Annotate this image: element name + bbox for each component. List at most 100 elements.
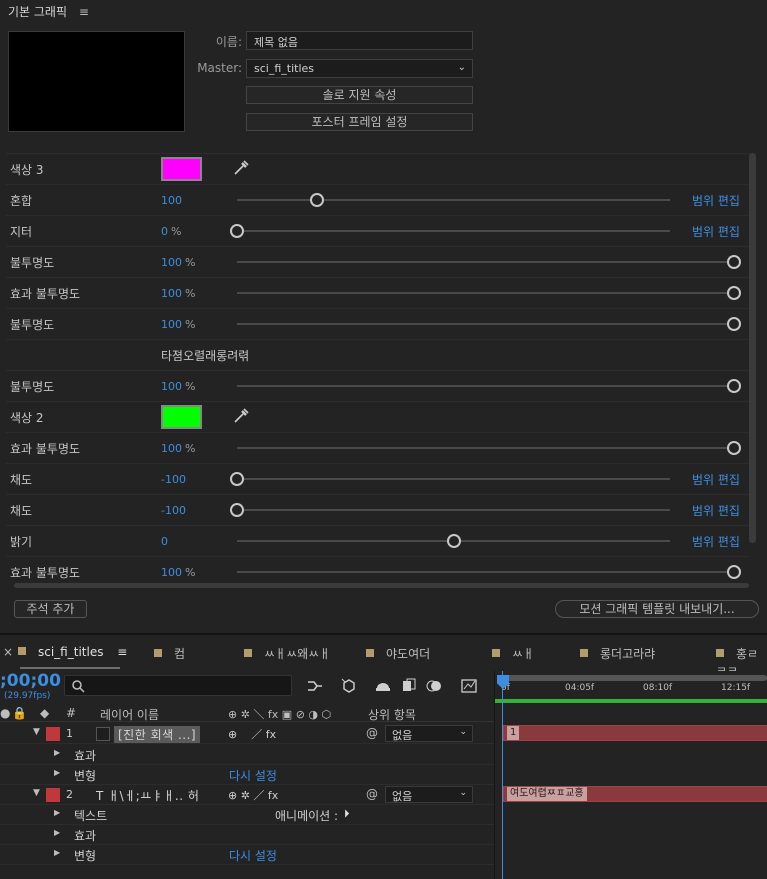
eyedropper-icon[interactable]	[232, 159, 250, 177]
slider-knob[interactable]	[230, 503, 244, 517]
eyedropper-icon[interactable]	[232, 407, 250, 425]
playhead[interactable]	[502, 671, 503, 879]
layer-name[interactable]: T ㅐ\ㅔ;ㅛㅑㅐ.. 허	[96, 787, 199, 804]
pickwhip-icon[interactable]: @	[366, 787, 378, 801]
edit-range-link[interactable]: 범위 편집	[692, 223, 740, 240]
timeline-graph-area[interactable]: 0f 04:05f 08:10f 12:15f 1 여도여렵ㅉㅍ교홍	[494, 671, 767, 879]
layer-row[interactable]: ▼ 1 [진한 회색 ...] ⊕ ／ fx @ 없음 ⌄	[0, 724, 494, 744]
property-value[interactable]: 100%	[161, 380, 195, 393]
slider-track[interactable]	[237, 385, 734, 387]
current-timecode[interactable]: ;00;00	[0, 671, 61, 691]
name-field[interactable]: 제목 없음	[246, 31, 473, 50]
edit-range-link[interactable]: 범위 편집	[692, 502, 740, 519]
time-ruler[interactable]: 0f 04:05f 08:10f 12:15f	[495, 671, 767, 699]
solo-properties-button[interactable]: 솔로 지원 속성	[246, 86, 473, 104]
label-column-icon[interactable]: ◆	[40, 706, 49, 720]
tab-sci-fi-titles[interactable]: sci_fi_titles ≡	[18, 645, 127, 659]
property-group-text[interactable]: ▶ 텍스트 애니메이션 : ⏵	[0, 805, 494, 825]
source-text-value[interactable]: 타졈오렬래롱려렦	[161, 347, 249, 364]
twirl-right-icon[interactable]: ▶	[54, 748, 60, 757]
close-icon[interactable]: ×	[3, 645, 13, 659]
label-color-swatch[interactable]	[46, 788, 60, 802]
reset-link[interactable]: 다시 설정	[229, 847, 277, 864]
layer-name-header[interactable]: 레이어 이름	[100, 706, 159, 723]
layer-name[interactable]: [진한 회색 ...]	[114, 726, 201, 743]
slider-knob[interactable]	[446, 534, 461, 548]
set-poster-frame-button[interactable]: 포스터 프레임 설정	[246, 113, 473, 131]
panel-tab[interactable]: 기본 그래픽 ≡	[8, 3, 89, 20]
property-group-transform[interactable]: ▶ 변형 다시 설정	[0, 765, 494, 785]
slider-track[interactable]	[237, 478, 670, 480]
slider-knob[interactable]	[230, 472, 244, 486]
layer-switches[interactable]: ⊕ ✲ ／ fx	[228, 787, 278, 803]
edit-range-link[interactable]: 범위 편집	[692, 192, 740, 209]
motion-blur-icon[interactable]	[426, 677, 444, 695]
twirl-down-icon[interactable]: ▼	[33, 727, 40, 737]
hamburger-icon[interactable]: ≡	[117, 645, 127, 659]
property-value[interactable]: -100	[161, 473, 186, 486]
twirl-down-icon[interactable]: ▼	[33, 788, 40, 798]
animate-label[interactable]: 애니메이션 :	[275, 807, 338, 824]
tab-comp-5[interactable]: ㅆㅐ	[492, 645, 534, 662]
property-group-transform[interactable]: ▶ 변형 다시 설정	[0, 845, 494, 865]
slider-knob[interactable]	[727, 565, 741, 579]
label-color-swatch[interactable]	[46, 727, 60, 741]
slider-track[interactable]	[237, 509, 670, 511]
twirl-right-icon[interactable]: ▶	[54, 768, 60, 777]
reset-link[interactable]: 다시 설정	[229, 767, 277, 784]
property-value[interactable]: 0%	[161, 225, 181, 238]
color-swatch[interactable]	[161, 157, 202, 181]
slider-track[interactable]	[237, 261, 734, 263]
slider-track[interactable]	[237, 323, 734, 325]
twirl-right-icon[interactable]: ▶	[54, 848, 60, 857]
export-mogrt-button[interactable]: 모션 그래픽 템플릿 내보내기...	[555, 600, 759, 618]
layer-row[interactable]: ▼ 2 T ㅐ\ㅔ;ㅛㅑㅐ.. 허 ⊕ ✲ ／ fx @ 없음 ⌄	[0, 785, 494, 805]
layer-switches[interactable]: ⊕ ／ fx	[228, 726, 276, 742]
edit-range-link[interactable]: 범위 편집	[692, 471, 740, 488]
horizontal-scrollbar[interactable]	[14, 583, 749, 588]
parent-select[interactable]: 없음 ⌄	[385, 786, 473, 803]
tab-comp-4[interactable]: 야도여더	[366, 645, 430, 662]
slider-track[interactable]	[237, 292, 734, 294]
pickwhip-icon[interactable]: @	[366, 726, 378, 740]
slider-knob[interactable]	[727, 379, 741, 393]
slider-knob[interactable]	[727, 286, 741, 300]
tab-comp-6[interactable]: 롱더고라랴	[580, 645, 655, 662]
tab-comp-3[interactable]: ㅆㅐㅆ왜ㅆㅐ	[244, 645, 330, 662]
property-value[interactable]: 100%	[161, 287, 195, 300]
tab-comp-2[interactable]: 컴	[154, 645, 185, 662]
edit-range-link[interactable]: 범위 편집	[692, 533, 740, 550]
twirl-right-icon[interactable]: ▶	[54, 808, 60, 817]
property-value[interactable]: 100%	[161, 442, 195, 455]
hamburger-icon[interactable]: ≡	[79, 5, 89, 19]
work-area-bar[interactable]	[497, 675, 767, 681]
parent-select[interactable]: 없음 ⌄	[385, 725, 473, 742]
slider-knob[interactable]	[310, 193, 325, 207]
slider-track[interactable]	[237, 571, 734, 573]
property-group-effects[interactable]: ▶ 효과	[0, 745, 494, 765]
draft-3d-icon[interactable]	[340, 677, 358, 695]
play-circle-icon[interactable]: ⏵	[344, 807, 350, 821]
shy-layers-icon[interactable]	[374, 677, 392, 695]
slider-track[interactable]	[237, 230, 670, 232]
frame-blending-icon[interactable]	[400, 677, 418, 695]
property-value[interactable]: 100%	[161, 318, 195, 331]
twirl-right-icon[interactable]: ▶	[54, 828, 60, 837]
graph-editor-icon[interactable]	[460, 677, 478, 695]
comp-flowchart-icon[interactable]	[306, 677, 324, 695]
property-value[interactable]: 0	[161, 535, 168, 548]
property-value[interactable]: -100	[161, 504, 186, 517]
solo-column-icon[interactable]: ●	[0, 706, 10, 720]
slider-knob[interactable]	[727, 255, 741, 269]
slider-knob[interactable]	[727, 441, 741, 455]
slider-knob[interactable]	[230, 224, 244, 238]
color-swatch[interactable]	[161, 405, 202, 429]
layer-1-bar[interactable]	[503, 725, 767, 741]
layer-search-input[interactable]	[64, 675, 292, 696]
vertical-scrollbar[interactable]	[749, 153, 756, 543]
property-value[interactable]: 100	[161, 194, 182, 207]
slider-track[interactable]	[237, 199, 670, 201]
slider-track[interactable]	[237, 447, 734, 449]
parent-header[interactable]: 상위 항목	[368, 706, 416, 723]
property-value[interactable]: 100%	[161, 256, 195, 269]
